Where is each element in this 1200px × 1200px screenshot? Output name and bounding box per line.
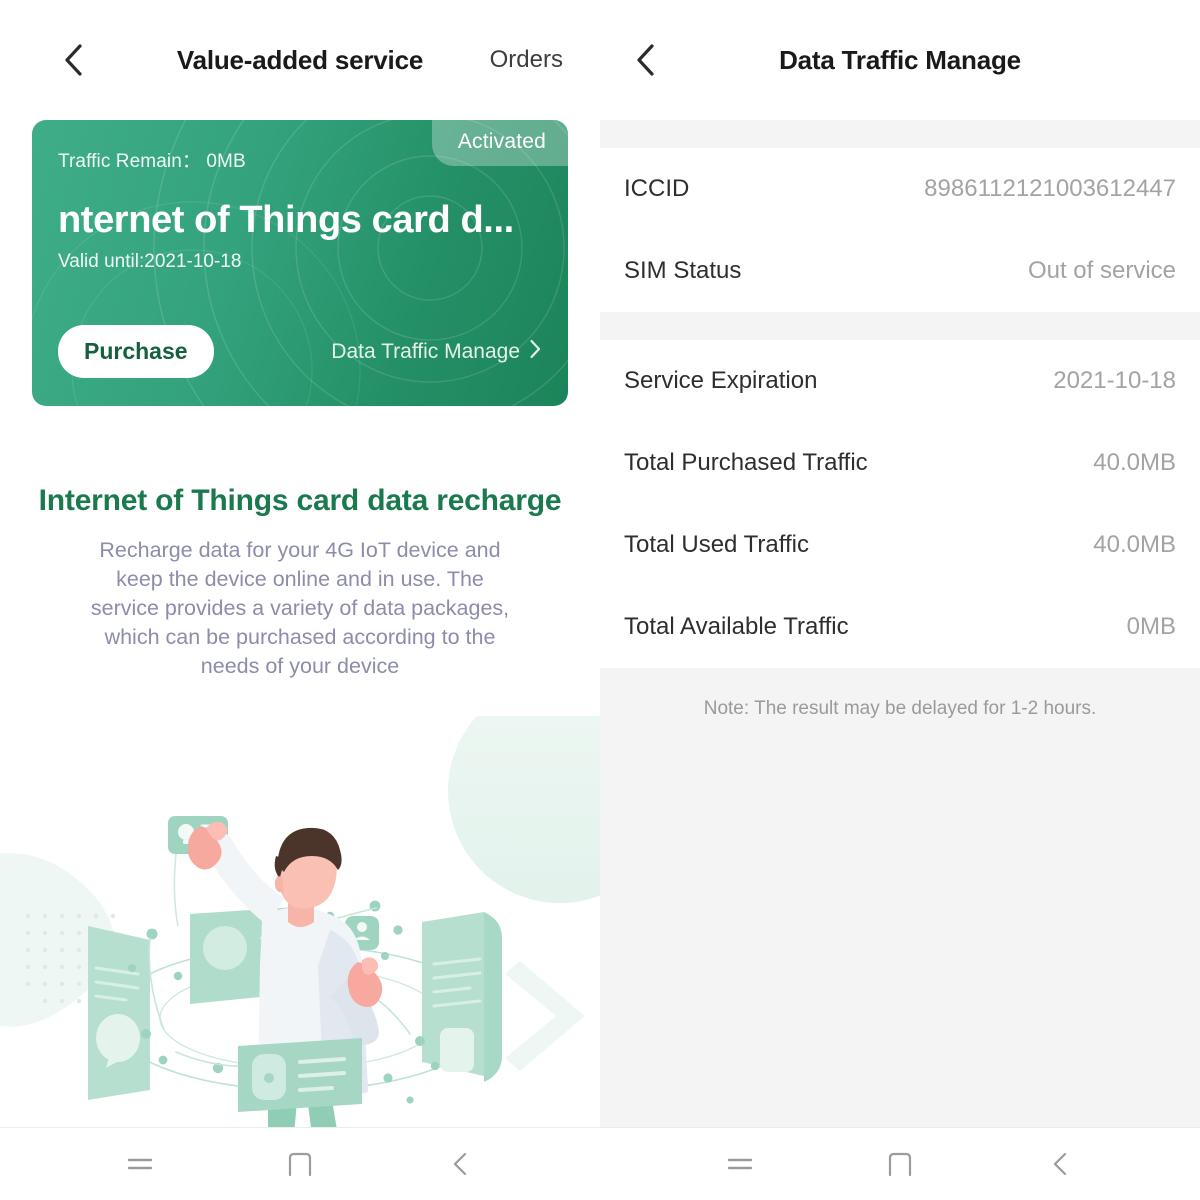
purchase-button[interactable]: Purchase [58,325,214,378]
back-chevron-icon[interactable] [628,43,662,77]
traffic-remain-text: Traffic Remain： 0MB [58,151,246,172]
data-traffic-manage-link[interactable]: Data Traffic Manage [331,339,542,365]
section-description: Recharge data for your 4G IoT device and… [90,538,510,678]
table-row: Total Available Traffic 0MB [600,586,1200,668]
home-icon[interactable] [820,1128,980,1200]
promo-card-wrapper: Activated Traffic Remain： 0MB nternet of… [0,120,600,406]
orders-link[interactable]: Orders [490,46,563,74]
page-title: Data Traffic Manage [779,44,1021,75]
recents-icon[interactable] [60,1128,220,1200]
row-value: 8986112121003612447 [924,175,1176,202]
left-nav-header: Value-added service Orders [0,0,600,120]
back-chevron-icon[interactable] [56,43,90,77]
value-added-service-screen: Value-added service Orders Activated Tra… [0,0,600,1200]
table-row: Total Purchased Traffic 40.0MB [600,422,1200,504]
data-traffic-manage-label: Data Traffic Manage [331,339,520,363]
row-value: 0MB [1126,613,1176,640]
info-group-1: ICCID 8986112121003612447 SIM Status Out… [600,148,1200,312]
right-nav-header: Data Traffic Manage [600,0,1200,120]
promo-card-content: Traffic Remain： 0MB nternet of Things ca… [32,120,568,273]
table-row: Total Used Traffic 40.0MB [600,504,1200,586]
promo-card-title: nternet of Things card d... [58,199,514,241]
chevron-right-icon [529,339,542,365]
row-label: SIM Status [624,257,742,284]
valid-until-text: Valid until:2021-10-18 [58,251,242,272]
row-value: Out of service [1027,257,1176,284]
info-group-2: Service Expiration 2021-10-18 Total Purc… [600,340,1200,668]
back-icon[interactable] [980,1128,1140,1200]
system-nav-bar-left [0,1128,600,1200]
back-icon[interactable] [380,1128,540,1200]
row-value: 2021-10-18 [1053,367,1176,394]
row-label: Service Expiration [624,367,818,394]
section-divider-1 [600,120,1200,148]
table-row: Service Expiration 2021-10-18 [600,340,1200,422]
table-row: SIM Status Out of service [600,230,1200,312]
row-label: Total Purchased Traffic [624,449,868,476]
row-label: Total Available Traffic [624,613,849,640]
dual-screen-container: Value-added service Orders Activated Tra… [0,0,1200,1200]
iot-person-illustration [0,716,600,1136]
section-heading: Internet of Things card data recharge [38,484,562,517]
data-traffic-manage-screen: Data Traffic Manage ICCID 89861121210036… [600,0,1200,1200]
note-text: Note: The result may be delayed for 1-2 … [600,668,1200,740]
section-divider-2 [600,312,1200,340]
table-row: ICCID 8986112121003612447 [600,148,1200,230]
row-value: 40.0MB [1093,531,1176,558]
system-nav-bar-right [600,1128,1200,1200]
home-icon[interactable] [220,1128,380,1200]
promo-card[interactable]: Activated Traffic Remain： 0MB nternet of… [32,120,568,406]
row-label: ICCID [624,175,690,202]
recents-icon[interactable] [660,1128,820,1200]
row-label: Total Used Traffic [624,531,809,558]
row-value: 40.0MB [1093,449,1176,476]
promo-card-footer: Purchase Data Traffic Manage [58,325,542,378]
